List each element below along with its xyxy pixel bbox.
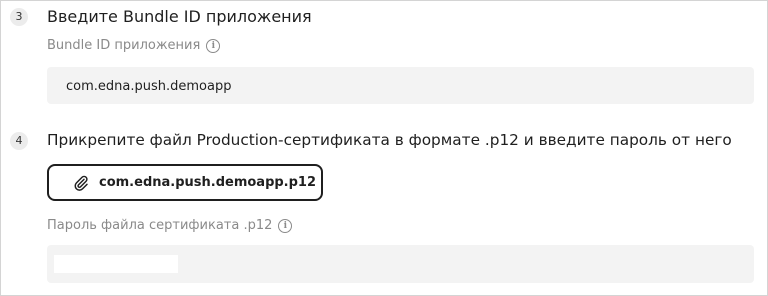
certificate-password-input[interactable] (47, 245, 754, 283)
certificate-password-label-text: Пароль файла сертификата .p12 (47, 218, 273, 233)
step-title-bundle-id: Введите Bundle ID приложения (47, 7, 312, 26)
step-title-certificate: Прикрепите файл Production-сертификата в… (47, 131, 732, 149)
bundle-id-label: Bundle ID приложения i (47, 38, 221, 53)
attached-file-name: com.edna.push.demoapp.p12 (99, 175, 317, 190)
bundle-id-value: com.edna.push.demoapp (66, 79, 232, 94)
certificate-password-label: Пароль файла сертификата .p12 i (47, 218, 293, 233)
step-number-4: 4 (10, 132, 28, 150)
bundle-id-input[interactable]: com.edna.push.demoapp (47, 67, 754, 104)
info-icon[interactable]: i (278, 218, 293, 233)
step-number-3: 3 (10, 8, 28, 26)
password-input-mask (54, 255, 178, 273)
paperclip-icon (74, 175, 88, 191)
attached-file-button[interactable]: com.edna.push.demoapp.p12 (47, 164, 323, 201)
bundle-id-label-text: Bundle ID приложения (47, 38, 201, 53)
info-icon[interactable]: i (206, 38, 221, 53)
